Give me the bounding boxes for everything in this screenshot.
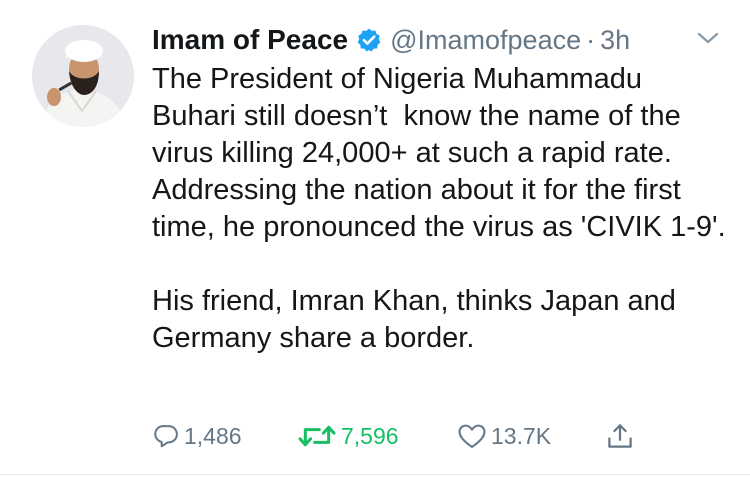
author-handle[interactable]: @Imamofpeace — [390, 25, 581, 56]
meta-separator: · — [586, 24, 596, 55]
tweet-timestamp[interactable]: 3h — [600, 25, 630, 56]
verified-badge-icon — [356, 27, 382, 53]
reply-count: 1,486 — [184, 422, 242, 449]
tweet-paragraph: His friend, Imran Khan, thinks Japan and… — [152, 285, 684, 354]
retweet-button[interactable]: 7,596 — [297, 422, 457, 450]
reply-icon — [152, 422, 180, 450]
like-button[interactable]: 13.7K — [457, 422, 605, 450]
retweet-icon — [297, 422, 337, 450]
tweet-actions: 1,486 7,596 13.7K — [152, 418, 645, 454]
heart-icon — [457, 422, 487, 450]
reply-button[interactable]: 1,486 — [152, 422, 297, 450]
tweet-card[interactable]: Imam of Peace @Imamofpeace · 3h The Pres… — [0, 0, 750, 477]
share-icon — [605, 421, 635, 451]
tweet-header: Imam of Peace @Imamofpeace · 3h — [152, 20, 630, 60]
share-button[interactable] — [605, 421, 645, 451]
divider — [0, 474, 750, 475]
author-name[interactable]: Imam of Peace — [152, 24, 348, 56]
retweet-count: 7,596 — [341, 422, 399, 449]
chevron-down-icon[interactable] — [696, 28, 720, 48]
like-count: 13.7K — [491, 422, 552, 449]
tweet-text: The President of Nigeria Muhammadu Buhar… — [152, 61, 732, 357]
avatar[interactable] — [32, 25, 134, 127]
tweet-paragraph: The President of Nigeria Muhammadu Buhar… — [152, 63, 726, 243]
